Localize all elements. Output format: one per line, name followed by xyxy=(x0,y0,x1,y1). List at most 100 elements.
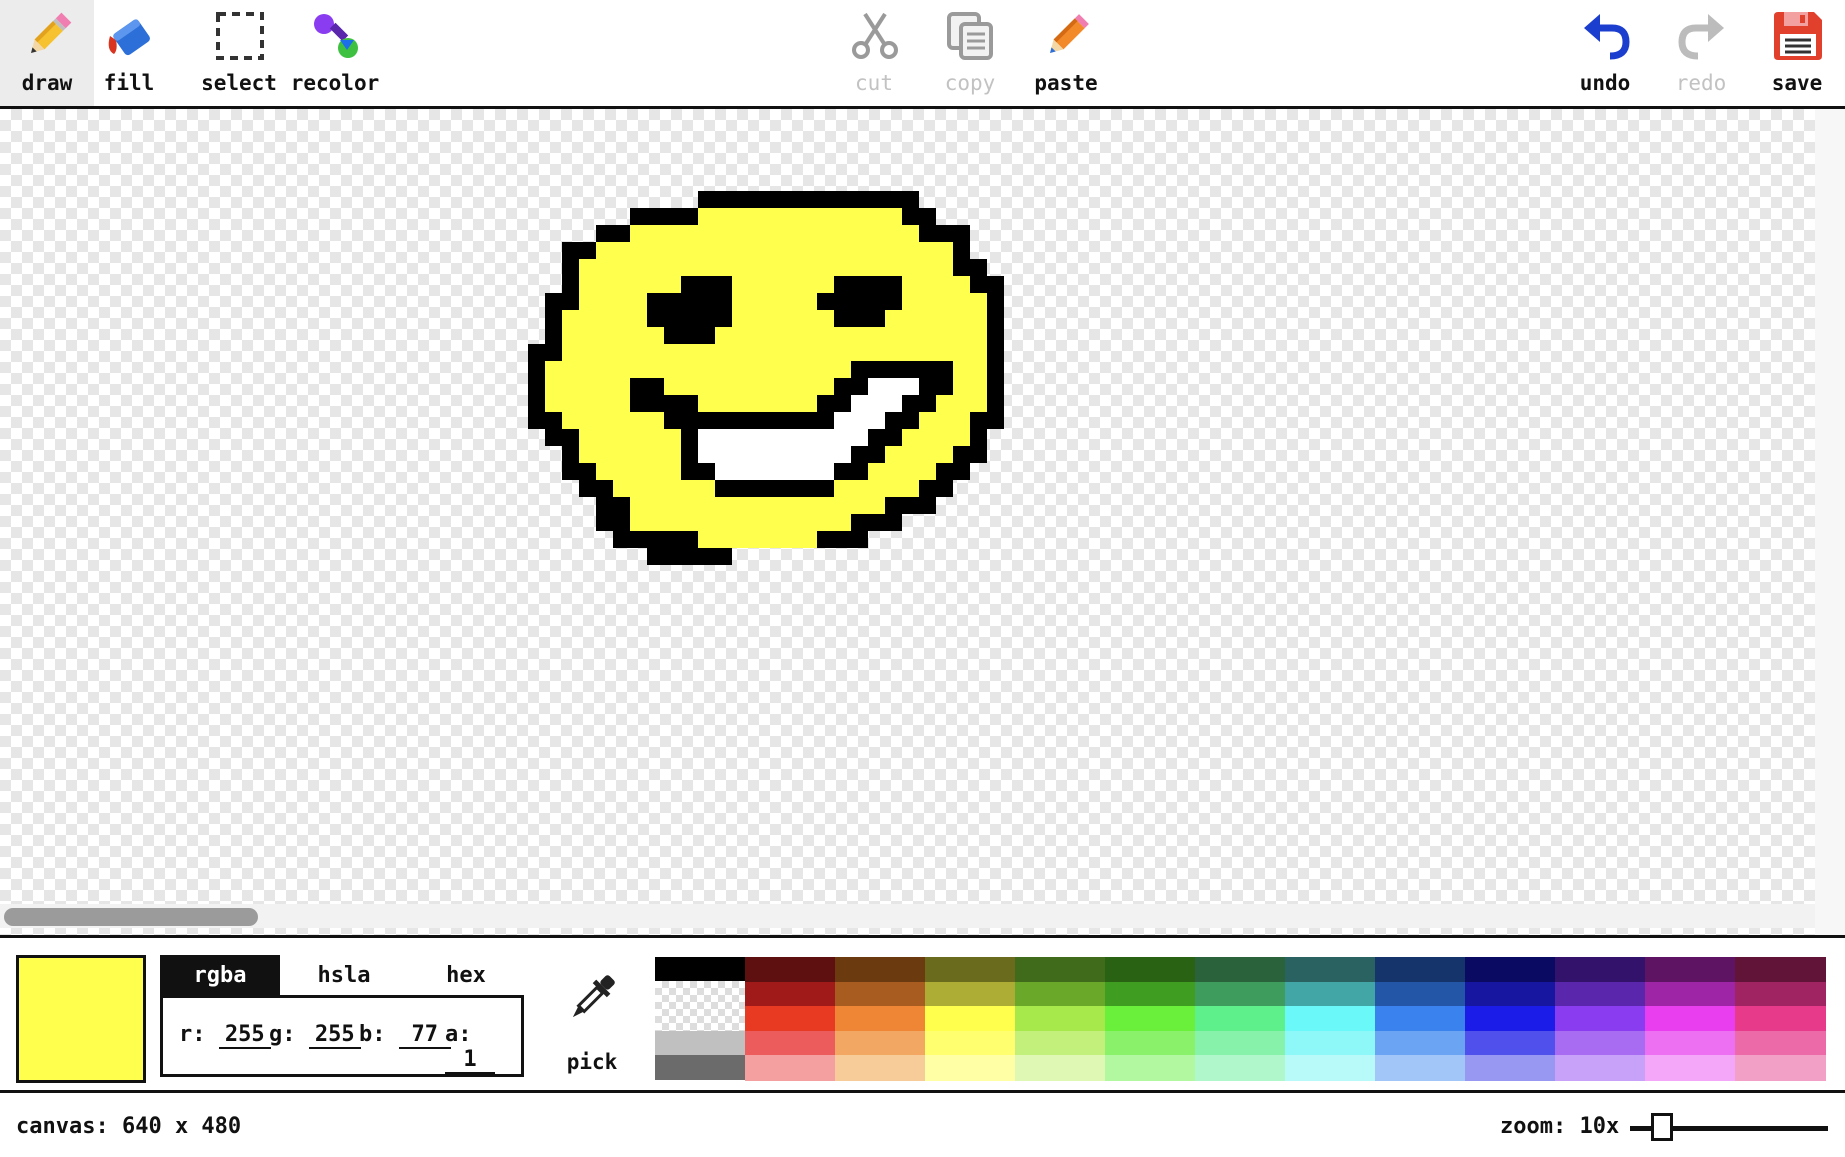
cut-button[interactable]: cut xyxy=(827,0,921,106)
palette-swatch[interactable] xyxy=(1015,957,1106,983)
pixel xyxy=(970,276,987,293)
palette-swatch[interactable] xyxy=(1015,981,1106,1008)
palette-swatch[interactable] xyxy=(745,1030,836,1057)
pixel xyxy=(817,344,834,361)
palette-swatch[interactable] xyxy=(1105,1030,1196,1057)
palette-swatch[interactable] xyxy=(1375,981,1466,1008)
pixel xyxy=(817,191,834,208)
pick-color-button[interactable]: pick xyxy=(560,970,624,1074)
palette-swatch[interactable] xyxy=(1105,1055,1196,1081)
palette-swatch[interactable] xyxy=(1465,1030,1556,1057)
palette-swatch[interactable] xyxy=(745,981,836,1008)
palette-swatch[interactable] xyxy=(925,981,1016,1008)
palette-swatch[interactable] xyxy=(925,1006,1016,1032)
palette-swatch[interactable] xyxy=(1465,981,1556,1008)
palette-swatch[interactable] xyxy=(655,1031,745,1055)
palette-swatch[interactable] xyxy=(745,1006,836,1032)
palette-swatch[interactable] xyxy=(925,1055,1016,1081)
palette-swatch[interactable] xyxy=(1735,1006,1826,1032)
palette-swatch[interactable] xyxy=(1105,957,1196,983)
redo-button[interactable]: redo xyxy=(1654,0,1748,106)
palette-swatch[interactable] xyxy=(1285,1055,1376,1081)
palette-swatch[interactable] xyxy=(1285,1006,1376,1032)
palette-swatch[interactable] xyxy=(1375,1030,1466,1057)
palette-swatch[interactable] xyxy=(1195,1006,1286,1032)
palette-swatch[interactable] xyxy=(1195,957,1286,983)
pixel xyxy=(783,480,800,497)
palette-swatch[interactable] xyxy=(1465,1006,1556,1032)
pixel xyxy=(681,395,698,412)
pixel xyxy=(970,446,987,463)
horizontal-scrollbar[interactable] xyxy=(0,904,1815,928)
green-value-input[interactable]: 255 xyxy=(308,1022,361,1049)
palette-swatch[interactable] xyxy=(1195,981,1286,1008)
palette-swatch[interactable] xyxy=(1735,1030,1826,1057)
red-value-input[interactable]: 255 xyxy=(218,1022,271,1049)
palette-swatch[interactable] xyxy=(1195,1055,1286,1081)
palette-swatch[interactable] xyxy=(1015,1006,1106,1032)
palette-swatch[interactable] xyxy=(1285,981,1376,1008)
palette-swatch[interactable] xyxy=(925,1030,1016,1057)
copy-button[interactable]: copy xyxy=(923,0,1017,106)
recolor-tool-button[interactable]: recolor xyxy=(288,0,382,106)
palette-swatch[interactable] xyxy=(1375,1006,1466,1032)
palette-swatch[interactable] xyxy=(1105,981,1196,1008)
tab-hex[interactable]: hex xyxy=(406,955,526,997)
palette-swatch[interactable] xyxy=(1465,1055,1556,1081)
palette-swatch[interactable] xyxy=(1555,981,1646,1008)
palette-swatch[interactable] xyxy=(835,981,926,1008)
palette-swatch[interactable] xyxy=(1015,1030,1106,1057)
palette-swatch[interactable] xyxy=(835,957,926,983)
palette-swatch[interactable] xyxy=(1735,957,1826,983)
palette-swatch[interactable] xyxy=(835,1055,926,1081)
palette-swatch[interactable] xyxy=(1735,981,1826,1008)
palette-swatch[interactable] xyxy=(1555,957,1646,983)
palette-swatch[interactable] xyxy=(1555,1055,1646,1081)
palette-swatch[interactable] xyxy=(1645,1006,1736,1032)
palette-swatch[interactable] xyxy=(1645,981,1736,1008)
palette-swatch[interactable] xyxy=(655,957,745,981)
paste-button[interactable]: paste xyxy=(1019,0,1113,106)
palette-swatch[interactable] xyxy=(1375,1055,1466,1081)
palette-swatch[interactable] xyxy=(1735,1055,1826,1081)
palette-swatch[interactable] xyxy=(1285,1030,1376,1057)
palette-swatch[interactable] xyxy=(655,981,745,1031)
palette-swatch[interactable] xyxy=(835,1030,926,1057)
draw-tool-button[interactable]: draw xyxy=(0,0,94,106)
palette-swatch[interactable] xyxy=(1105,1006,1196,1032)
palette-swatch[interactable] xyxy=(1285,957,1376,983)
zoom-slider-handle[interactable] xyxy=(1651,1113,1674,1141)
pixel xyxy=(919,344,936,361)
palette-swatch[interactable] xyxy=(1645,1030,1736,1057)
pixel xyxy=(596,293,613,310)
tab-rgba[interactable]: rgba xyxy=(160,955,280,997)
palette-swatch[interactable] xyxy=(835,1006,926,1032)
tab-hsla[interactable]: hsla xyxy=(284,955,404,997)
palette-swatch[interactable] xyxy=(1375,957,1466,983)
palette-swatch[interactable] xyxy=(1195,1030,1286,1057)
alpha-value-input[interactable]: 1 xyxy=(445,1047,495,1074)
select-tool-button[interactable]: select xyxy=(192,0,286,106)
pixel xyxy=(936,293,953,310)
palette-swatch[interactable] xyxy=(745,1055,836,1081)
palette-swatch[interactable] xyxy=(1555,1030,1646,1057)
drawing-canvas[interactable] xyxy=(0,109,1845,935)
palette-swatch[interactable] xyxy=(745,957,836,983)
blue-value-input[interactable]: 77 xyxy=(398,1022,451,1049)
pixel xyxy=(749,531,766,548)
pixel xyxy=(902,463,919,480)
palette-swatch[interactable] xyxy=(1465,957,1556,983)
palette-swatch[interactable] xyxy=(1555,1006,1646,1032)
pixel xyxy=(732,310,749,327)
palette-swatch[interactable] xyxy=(1645,957,1736,983)
undo-button[interactable]: undo xyxy=(1558,0,1652,106)
pixel xyxy=(834,259,851,276)
fill-tool-button[interactable]: fill xyxy=(82,0,176,106)
palette-swatch[interactable] xyxy=(925,957,1016,983)
horizontal-scroll-thumb[interactable] xyxy=(4,908,258,926)
save-button[interactable]: save xyxy=(1750,0,1844,106)
palette-swatch[interactable] xyxy=(655,1055,745,1080)
palette-swatch[interactable] xyxy=(1645,1055,1736,1081)
vertical-scrollbar[interactable] xyxy=(1815,109,1845,935)
palette-swatch[interactable] xyxy=(1015,1055,1106,1081)
